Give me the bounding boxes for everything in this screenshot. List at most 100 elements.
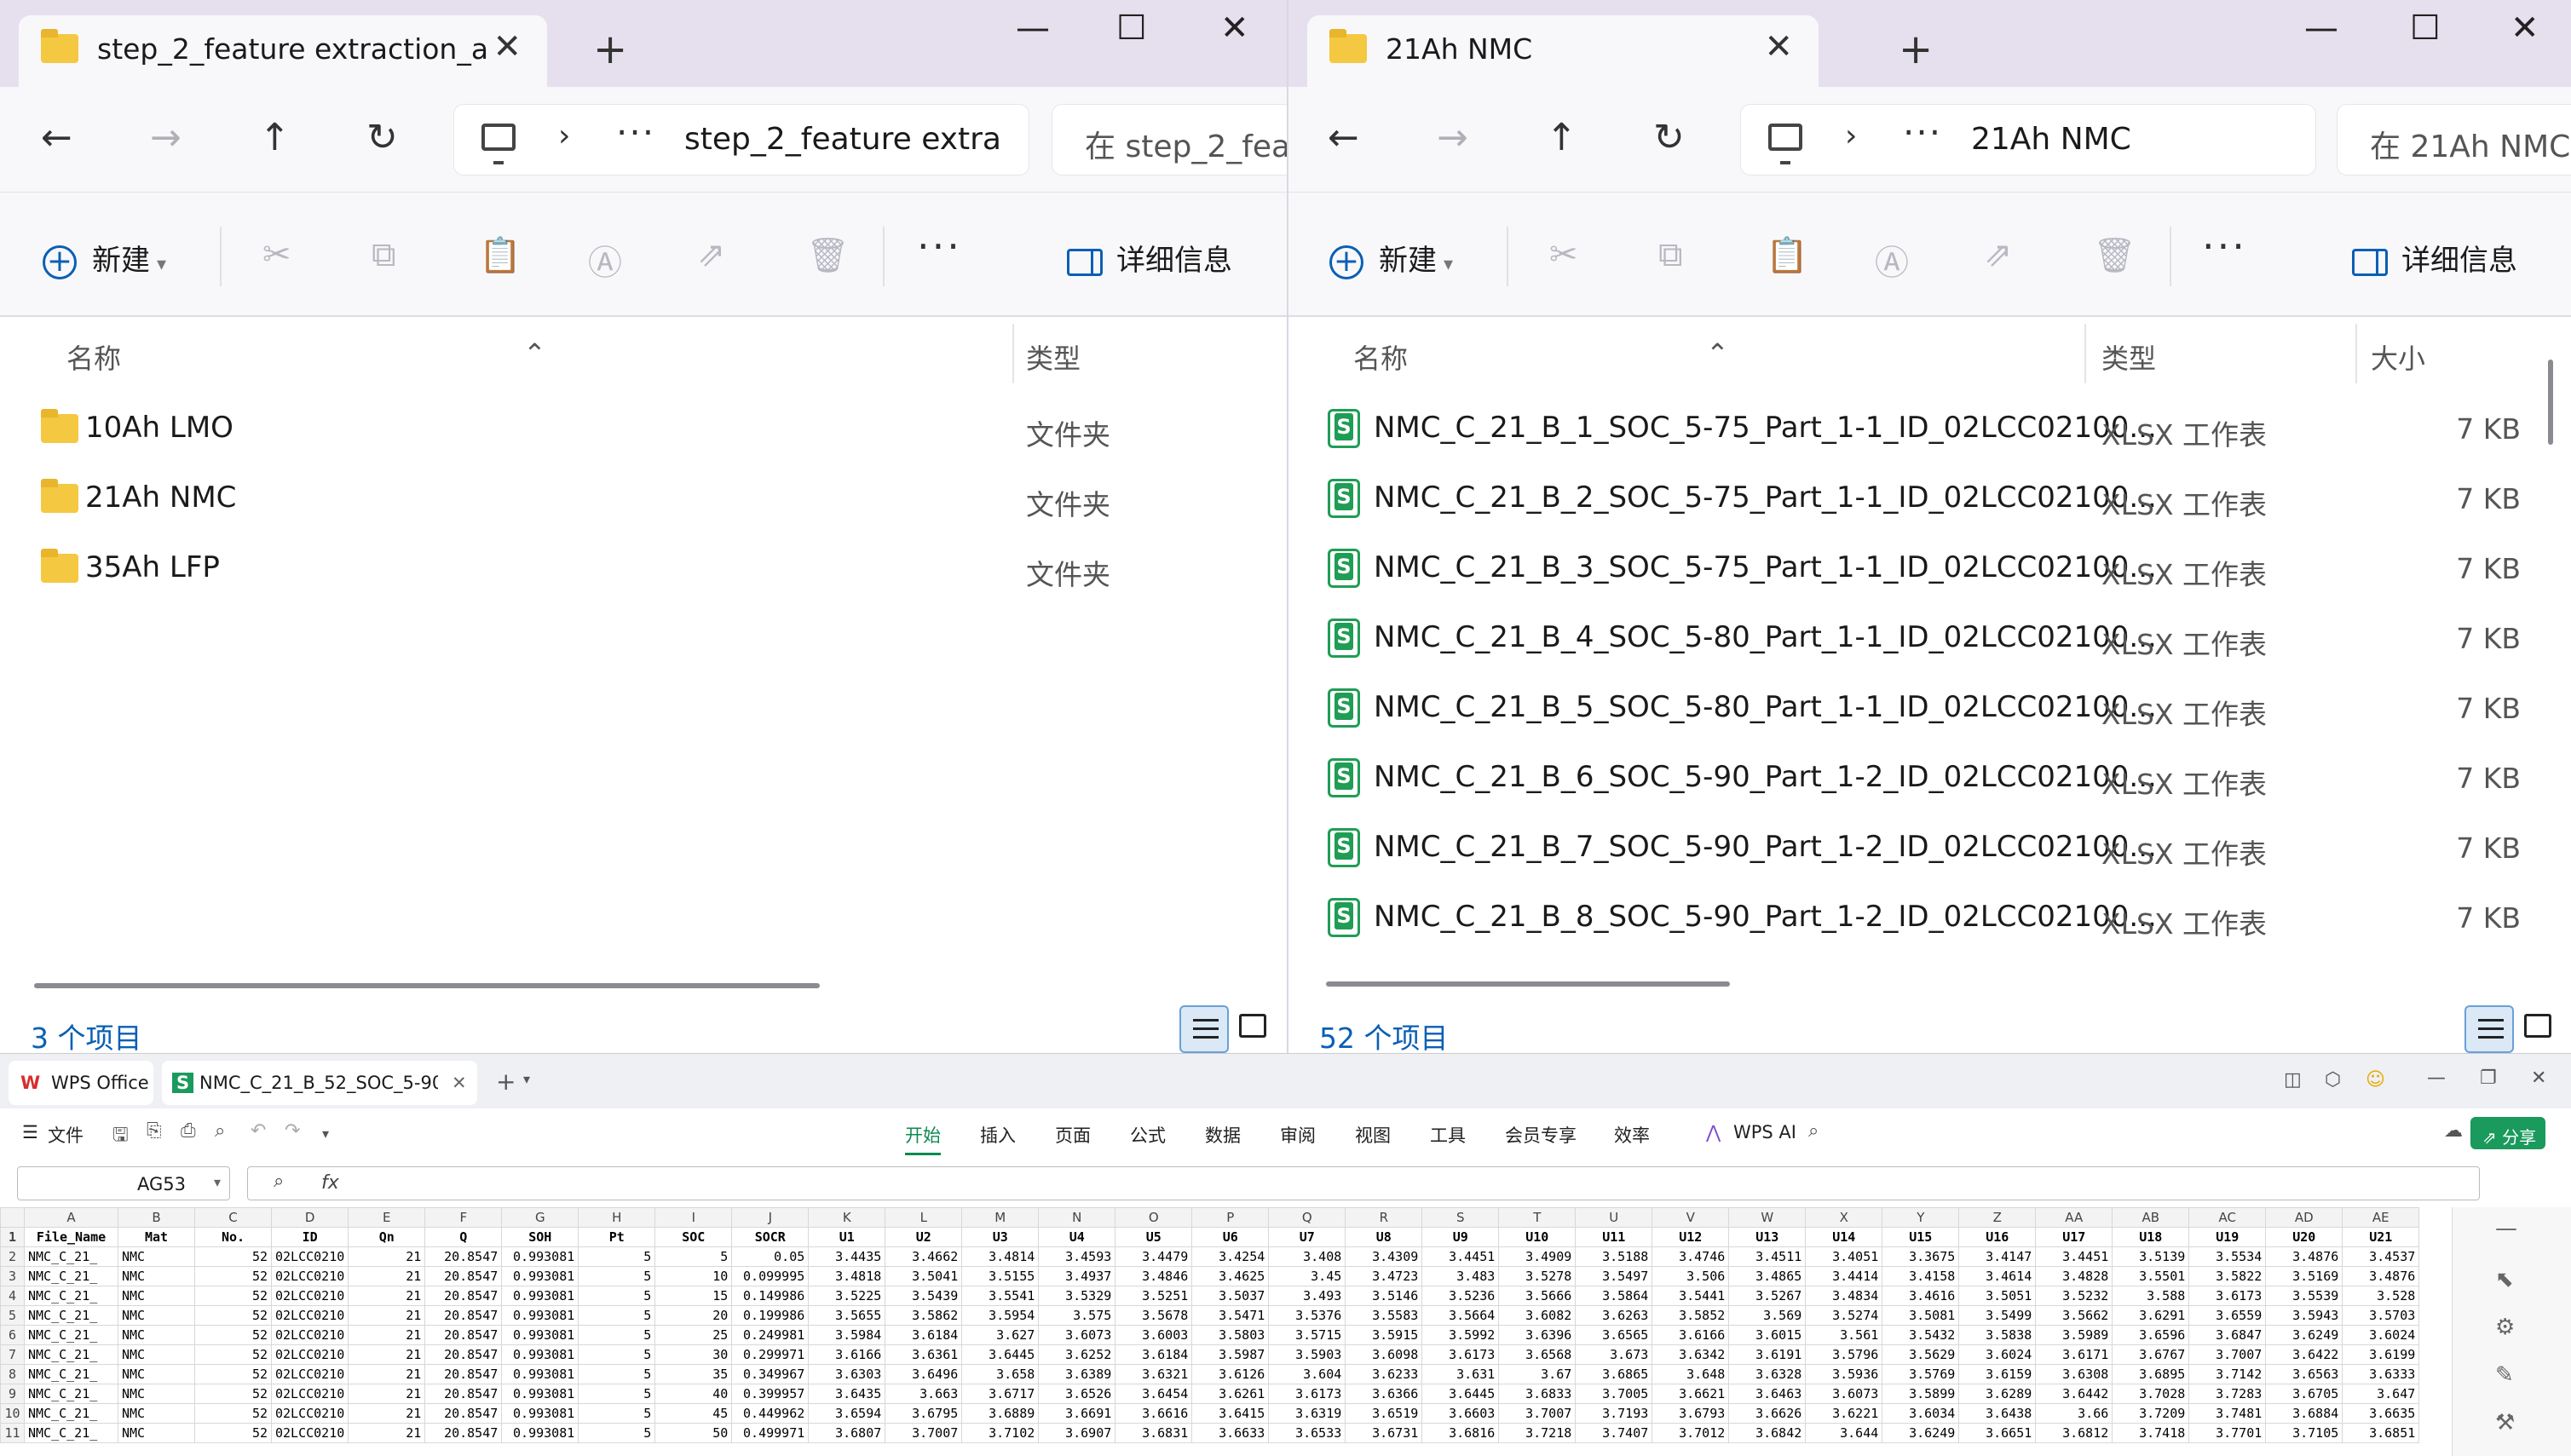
cell[interactable]: 21 [348, 1384, 426, 1404]
cell[interactable]: 3.6816 [1421, 1423, 1500, 1443]
cell[interactable]: 3.6563 [2265, 1364, 2343, 1384]
share-button[interactable]: ⇗ 分享 [2470, 1117, 2545, 1149]
cell[interactable]: 02LCC0210 [270, 1286, 349, 1306]
cell[interactable]: 3.647 [2342, 1384, 2420, 1404]
row-number[interactable]: 11 [0, 1423, 25, 1443]
cell[interactable]: 0.099995 [731, 1266, 810, 1286]
chevron-right-icon[interactable]: › [558, 118, 570, 153]
menu-tools[interactable]: 工具 [1430, 1122, 1466, 1148]
cell[interactable]: 3.6249 [1882, 1423, 1960, 1443]
cell[interactable]: 3.528 [2342, 1286, 2420, 1306]
cell[interactable]: 3.588 [2112, 1286, 2190, 1306]
cell[interactable]: 3.3675 [1882, 1246, 1960, 1267]
header-cell[interactable]: U2 [885, 1227, 963, 1247]
cell[interactable]: 3.569 [1728, 1305, 1807, 1326]
cell[interactable]: 3.5267 [1728, 1286, 1807, 1306]
list-item[interactable]: 35Ah LFP 文件夹 [0, 535, 1287, 605]
cell[interactable]: 3.7218 [1498, 1423, 1577, 1443]
header-cell[interactable]: U21 [2342, 1227, 2420, 1247]
cell[interactable]: 0.993081 [501, 1344, 579, 1365]
column-header[interactable]: M [961, 1207, 1040, 1228]
layout-icon[interactable]: ◫ [2284, 1069, 2302, 1091]
cell[interactable]: 3.6303 [808, 1364, 886, 1384]
cell[interactable]: 20.8547 [424, 1266, 503, 1286]
cell[interactable]: 3.6519 [1345, 1403, 1423, 1424]
cell[interactable]: 3.6793 [1652, 1403, 1730, 1424]
cell[interactable]: 3.5899 [1882, 1384, 1960, 1404]
column-header[interactable]: Y [1882, 1207, 1960, 1228]
up-icon[interactable]: ↑ [1546, 116, 1577, 159]
cell[interactable]: 3.5471 [1191, 1305, 1270, 1326]
cell[interactable]: 3.5903 [1268, 1344, 1346, 1365]
row-number[interactable]: 7 [0, 1344, 25, 1365]
cell[interactable]: 20.8547 [424, 1423, 503, 1443]
cell[interactable]: 3.7012 [1652, 1423, 1730, 1443]
list-item[interactable]: 21Ah NMC 文件夹 [0, 465, 1287, 535]
cell[interactable]: 3.6291 [2112, 1305, 2190, 1326]
cell[interactable]: 3.6833 [1498, 1384, 1577, 1404]
cell[interactable]: 20.8547 [424, 1344, 503, 1365]
cell[interactable]: 3.7142 [2188, 1364, 2267, 1384]
cell[interactable]: 21 [348, 1403, 426, 1424]
new-tab-icon[interactable]: + [1899, 26, 1933, 73]
cell[interactable]: 3.4625 [1191, 1266, 1270, 1286]
cell[interactable]: 3.5225 [808, 1286, 886, 1306]
header-cell[interactable]: SOH [501, 1227, 579, 1247]
cut-icon[interactable]: ✂ [1549, 235, 1578, 274]
cell[interactable]: 3.627 [961, 1325, 1040, 1345]
cell[interactable]: 3.6767 [2112, 1344, 2190, 1365]
style-icon[interactable]: ✎ [2495, 1362, 2514, 1388]
header-cell[interactable]: U13 [1728, 1227, 1807, 1247]
cell[interactable]: 3.5715 [1268, 1325, 1346, 1345]
column-name[interactable]: 名称 [1353, 337, 1408, 377]
cell[interactable]: 3.6526 [1038, 1384, 1116, 1404]
cell[interactable]: 20.8547 [424, 1403, 503, 1424]
cell[interactable]: 3.5539 [2265, 1286, 2343, 1306]
header-cell[interactable]: U14 [1805, 1227, 1883, 1247]
cell[interactable]: 3.5534 [2188, 1246, 2267, 1267]
chevron-down-icon[interactable]: ▾ [214, 1174, 221, 1190]
cell[interactable]: 3.6166 [1652, 1325, 1730, 1345]
close-window-icon[interactable]: ✕ [1220, 9, 1249, 48]
cell[interactable]: 3.6851 [2342, 1423, 2420, 1443]
cell[interactable]: 3.4593 [1038, 1246, 1116, 1267]
cell[interactable]: 0.993081 [501, 1364, 579, 1384]
cell[interactable]: 3.6361 [885, 1344, 963, 1365]
header-cell[interactable]: U9 [1421, 1227, 1500, 1247]
cell[interactable]: 3.6626 [1728, 1403, 1807, 1424]
tools-icon[interactable]: ⚒ [2495, 1410, 2515, 1436]
cell[interactable]: 02LCC0210 [270, 1246, 349, 1267]
cell[interactable]: 3.6463 [1728, 1384, 1807, 1404]
column-header[interactable]: AB [2112, 1207, 2190, 1228]
cell[interactable]: 21 [348, 1364, 426, 1384]
cell[interactable]: 3.6263 [1575, 1305, 1653, 1326]
menu-efficiency[interactable]: 效率 [1614, 1122, 1650, 1148]
list-item[interactable]: NMC_C_21_B_4_SOC_5-80_Part_1-1_ID_02LCC0… [1288, 605, 2571, 675]
cell[interactable]: 3.4537 [2342, 1246, 2420, 1267]
column-type[interactable]: 类型 [2101, 337, 2156, 377]
header-cell[interactable]: U7 [1268, 1227, 1346, 1247]
cell[interactable]: 3.6496 [885, 1364, 963, 1384]
column-header[interactable]: Q [1268, 1207, 1346, 1228]
cell[interactable]: 52 [194, 1344, 272, 1365]
cell[interactable]: 3.6252 [1038, 1344, 1116, 1365]
column-header[interactable]: P [1191, 1207, 1270, 1228]
cell[interactable]: 3.4147 [1958, 1246, 2037, 1267]
search-box[interactable]: 在 step_2_featu [1052, 104, 1287, 176]
cell[interactable]: 3.6261 [1191, 1384, 1270, 1404]
cell[interactable]: 3.6073 [1038, 1325, 1116, 1345]
cell[interactable]: 3.5155 [961, 1266, 1040, 1286]
cell[interactable]: 52 [194, 1266, 272, 1286]
cell[interactable]: 3.604 [1268, 1364, 1346, 1384]
refresh-icon[interactable]: ↻ [366, 116, 398, 159]
cell[interactable]: 3.5583 [1345, 1305, 1423, 1326]
cell[interactable]: 3.5037 [1191, 1286, 1270, 1306]
new-tab-icon[interactable]: + [593, 26, 627, 73]
new-tab-icon[interactable]: + [496, 1068, 516, 1096]
cell[interactable]: 3.6221 [1805, 1403, 1883, 1424]
cell[interactable]: 3.66 [2035, 1403, 2113, 1424]
cell[interactable]: 3.631 [1421, 1364, 1500, 1384]
column-divider[interactable] [1012, 324, 1014, 383]
zoom-icon[interactable]: ⌕ [274, 1171, 284, 1192]
cut-icon[interactable]: ✂ [262, 235, 291, 274]
